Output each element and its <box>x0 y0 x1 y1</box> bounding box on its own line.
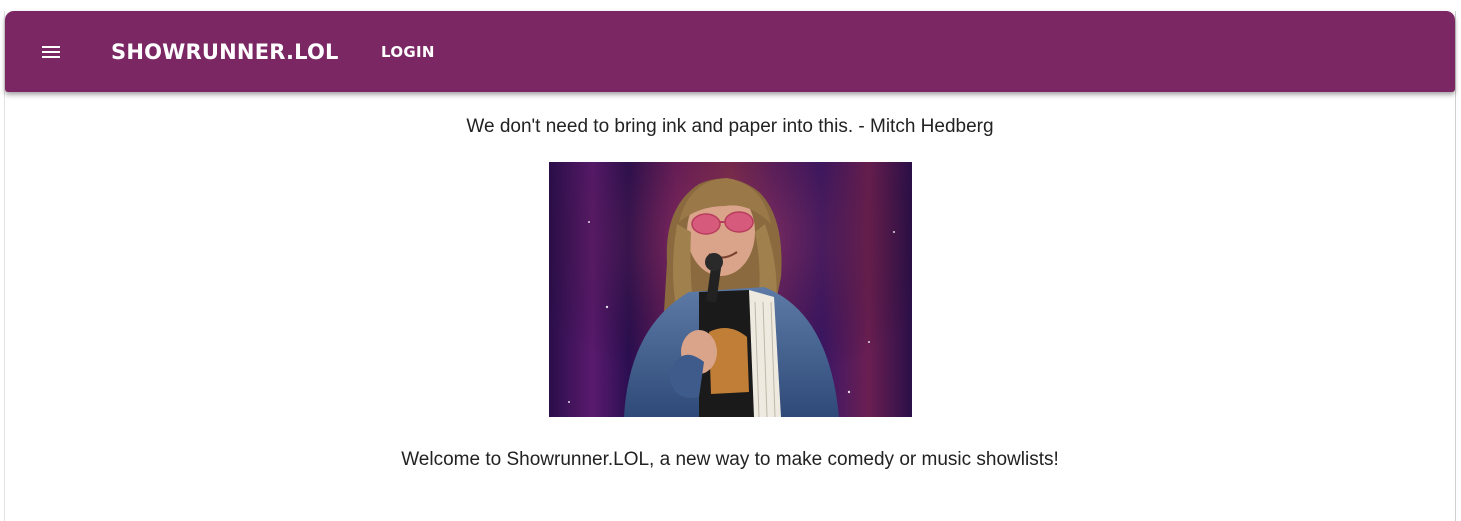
app-bar: SHOWRUNNER.LOL LOGIN <box>5 11 1455 92</box>
login-button[interactable]: LOGIN <box>373 35 443 69</box>
hamburger-menu-icon <box>39 40 63 64</box>
page-frame: SHOWRUNNER.LOL LOGIN We don't need to br… <box>4 11 1456 521</box>
welcome-text: Welcome to Showrunner.LOL, a new way to … <box>401 449 1059 470</box>
menu-button[interactable] <box>27 32 75 72</box>
site-brand[interactable]: SHOWRUNNER.LOL <box>111 36 339 68</box>
quote-text: We don't need to bring ink and paper int… <box>466 116 994 137</box>
comedian-photo <box>549 162 912 417</box>
